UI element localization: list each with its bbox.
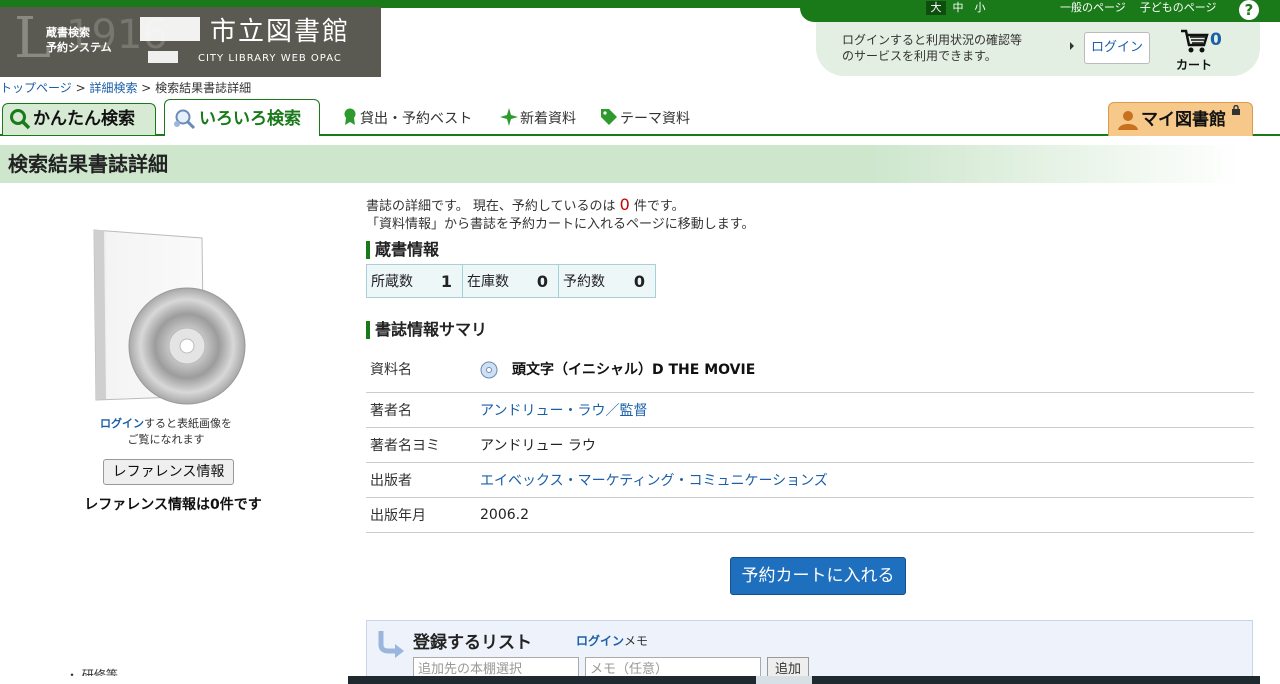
table-row: 出版年月 2006.2 [366, 497, 1254, 532]
table-row: 著者名ヨミ アンドリュー ラウ [366, 427, 1254, 462]
breadcrumb-advanced-search[interactable]: 詳細検索 [89, 81, 137, 95]
arrow-right-icon [1070, 42, 1074, 50]
sparkle-icon [500, 108, 518, 126]
summary-heading: 書誌情報サマリ [366, 321, 487, 339]
holdings-reserved: 予約数 0 [559, 265, 655, 297]
add-to-cart-button[interactable]: 予約カートに入れる [730, 557, 906, 595]
reference-info-button[interactable]: レファレンス情報 [103, 459, 234, 485]
curved-arrow-icon [378, 631, 404, 658]
logo-english-name: CITY LIBRARY WEB OPAC [198, 53, 342, 64]
help-icon[interactable]: ? [1239, 0, 1259, 20]
memo-login[interactable]: ログインメモ [576, 632, 648, 649]
tab-lending-best[interactable]: 貸出・予約ベスト [342, 108, 472, 128]
reference-count: レファレンス情報は0件です [84, 497, 262, 513]
tab-simple-search[interactable]: かんたん検索 [2, 103, 156, 135]
table-row: 出版者 エイベックス・マーケティング・コミュニケーションズ [366, 462, 1254, 497]
field-label: 著者名 [370, 402, 412, 419]
tab-advanced-search[interactable]: いろいろ検索 [164, 99, 320, 136]
user-icon [1118, 111, 1138, 130]
tab-theme-materials[interactable]: テーマ資料 [600, 108, 690, 128]
register-list-panel: 登録するリスト ログインメモ 追加先の本棚選択 メモ（任意） 追加 [366, 620, 1253, 684]
logo-library-name: 市立図書館 [210, 17, 351, 47]
field-label: 資料名 [370, 361, 412, 378]
login-button[interactable]: ログイン [1084, 32, 1150, 64]
ribbon-icon [344, 108, 356, 125]
summary-table: 資料名 頭文字（イニシャル）D THE MOVIE 著者名 アンドリュー・ラウ／… [366, 346, 1254, 533]
holdings-heading: 蔵書情報 [366, 241, 439, 259]
cover-login-note: ログインすると表紙画像を ご覧になれます [100, 417, 232, 446]
logo-system-text: 蔵書検索 予約システム [46, 26, 112, 54]
publish-date: 2006.2 [480, 506, 529, 523]
font-size-medium[interactable]: 中 [948, 1, 968, 15]
reservation-count: 0 [619, 195, 630, 214]
cover-login-link[interactable]: ログイン [100, 417, 144, 430]
intro-text: 書誌の詳細です。 現在、予約しているのは 0 件です。 「資料情報」から書誌を予… [366, 195, 755, 233]
breadcrumb: トップページ > 詳細検索 > 検索結果書誌詳細 [0, 81, 252, 95]
bottom-strip [0, 676, 1280, 684]
font-size-switcher: 大 中 小 [926, 1, 990, 15]
field-label: 著者名ヨミ [370, 437, 440, 454]
tab-my-library[interactable]: マイ図書館 [1108, 102, 1253, 136]
breadcrumb-current: 検索結果書誌詳細 [155, 81, 252, 95]
cart-count: 0 [1210, 30, 1222, 50]
cart-label: カート [1176, 58, 1213, 72]
breadcrumb-home[interactable]: トップページ [0, 81, 72, 95]
login-panel: ログインすると利用状況の確認等 のサービスを利用できます。 ログイン 0 カート [816, 22, 1260, 76]
author-link[interactable]: アンドリュー・ラウ／監督 [480, 392, 1254, 427]
bottom-light-segment [756, 676, 812, 684]
kids-page-link[interactable]: 子どものページ [1140, 1, 1217, 15]
tab-new-arrivals[interactable]: 新着資料 [500, 108, 576, 128]
register-list-title: 登録するリスト [413, 633, 532, 653]
holdings-instock: 在庫数 0 [463, 265, 559, 297]
field-label: 出版者 [370, 472, 412, 489]
page-links: 一般のページ 子どものページ [1060, 1, 1217, 15]
logo-redacted-city [140, 17, 200, 41]
font-size-large[interactable]: 大 [926, 1, 946, 15]
magnifier-plus-icon [174, 109, 196, 130]
disc-media-icon [480, 361, 498, 379]
library-logo[interactable]: L 1916 蔵書検索 予約システム 市立図書館 CITY LIBRARY WE… [0, 7, 381, 77]
general-page-link[interactable]: 一般のページ [1060, 1, 1126, 15]
table-row: 著者名 アンドリュー・ラウ／監督 [366, 392, 1254, 427]
search-icon [10, 109, 31, 130]
table-row: 資料名 頭文字（イニシャル）D THE MOVIE [366, 346, 1254, 392]
login-message: ログインすると利用状況の確認等 のサービスを利用できます。 [842, 33, 1023, 63]
font-size-small[interactable]: 小 [970, 1, 990, 15]
author-reading: アンドリュー ラウ [480, 437, 596, 454]
logo-redacted-city-en [148, 51, 178, 63]
tag-icon [601, 109, 617, 125]
page-title: 検索結果書誌詳細 [8, 152, 168, 176]
field-label: 出版年月 [370, 507, 426, 524]
material-title: 頭文字（イニシャル）D THE MOVIE [480, 346, 1254, 392]
dvd-case-image [93, 229, 246, 405]
cart-link[interactable]: 0 カート [1176, 26, 1226, 72]
page-title-bar: 検索結果書誌詳細 [0, 145, 1240, 183]
publisher-link[interactable]: エイベックス・マーケティング・コミュニケーションズ [480, 462, 1254, 497]
holdings-table: 所蔵数 1 在庫数 0 予約数 0 [366, 264, 656, 298]
holdings-owned: 所蔵数 1 [367, 265, 463, 297]
lock-icon [1231, 104, 1240, 115]
cart-icon [1181, 29, 1209, 53]
